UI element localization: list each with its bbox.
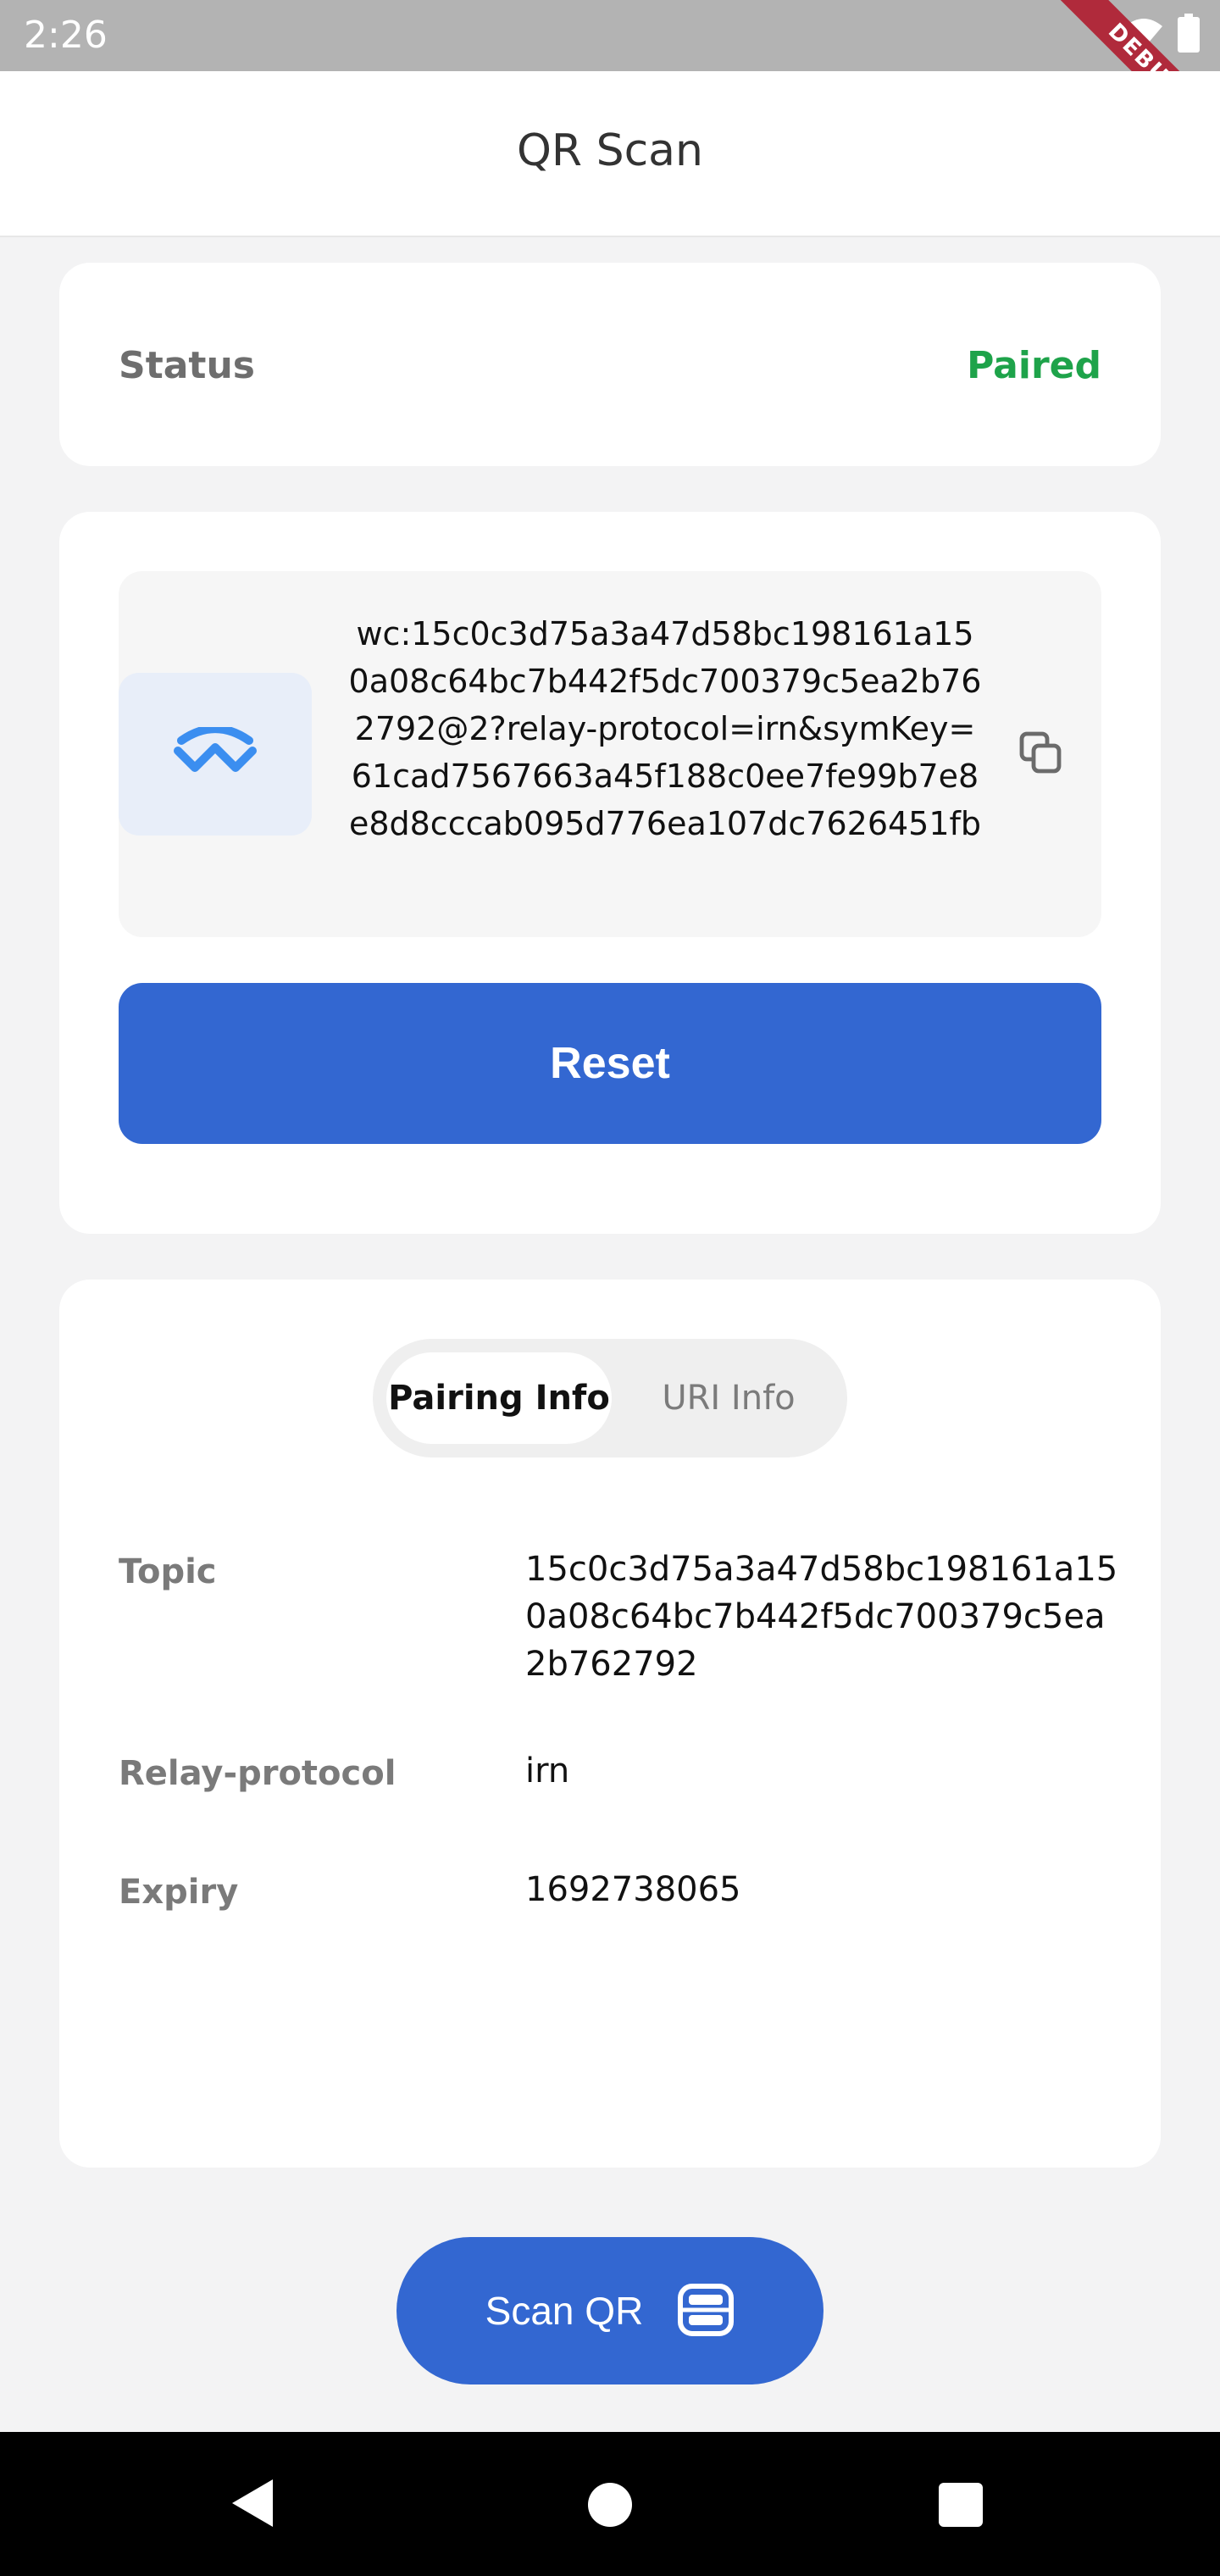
tab-pairing-info[interactable]: Pairing Info — [386, 1352, 612, 1444]
info-card: Pairing Info URI Info Topic 15c0c3d75a3a… — [59, 1280, 1161, 2168]
app-bar: QR Scan — [0, 71, 1220, 237]
system-nav-bar — [0, 2432, 1220, 2576]
status-value: Paired — [967, 344, 1101, 387]
reset-button[interactable]: Reset — [119, 983, 1101, 1144]
recents-icon[interactable] — [939, 2483, 983, 2527]
expiry-label: Expiry — [119, 1873, 239, 1912]
copy-icon[interactable] — [1015, 727, 1066, 778]
status-time: 2:26 — [24, 14, 108, 57]
uri-text: wc:15c0c3d75a3a47d58bc198161a150a08c64bc… — [348, 615, 982, 842]
status-label: Status — [119, 344, 255, 387]
back-icon[interactable] — [229, 2476, 276, 2534]
uri-card: wc:15c0c3d75a3a47d58bc198161a150a08c64bc… — [59, 512, 1161, 1234]
battery-icon — [1178, 14, 1200, 56]
tab-uri-info[interactable]: URI Info — [627, 1352, 830, 1444]
walletconnect-logo-icon — [119, 673, 312, 836]
tab-switch: Pairing Info URI Info — [373, 1339, 847, 1457]
status-bar: 2:26 — [0, 0, 1220, 71]
expiry-value: 1692738065 — [525, 1870, 741, 1909]
scan-qr-label: Scan QR — [485, 2289, 644, 2333]
uri-box: wc:15c0c3d75a3a47d58bc198161a150a08c64bc… — [119, 571, 1101, 937]
scan-qr-button[interactable]: Scan QR — [396, 2237, 824, 2384]
relay-protocol-value: irn — [525, 1752, 570, 1790]
relay-protocol-label: Relay-protocol — [119, 1754, 396, 1793]
topic-value: 15c0c3d75a3a47d58bc198161a150a08c64bc7b4… — [525, 1550, 1118, 1684]
qr-scan-icon — [677, 2283, 735, 2340]
page-title: QR Scan — [516, 125, 703, 176]
topic-label: Topic — [119, 1552, 217, 1591]
status-card: Status Paired — [59, 263, 1161, 466]
home-icon[interactable] — [588, 2483, 632, 2527]
